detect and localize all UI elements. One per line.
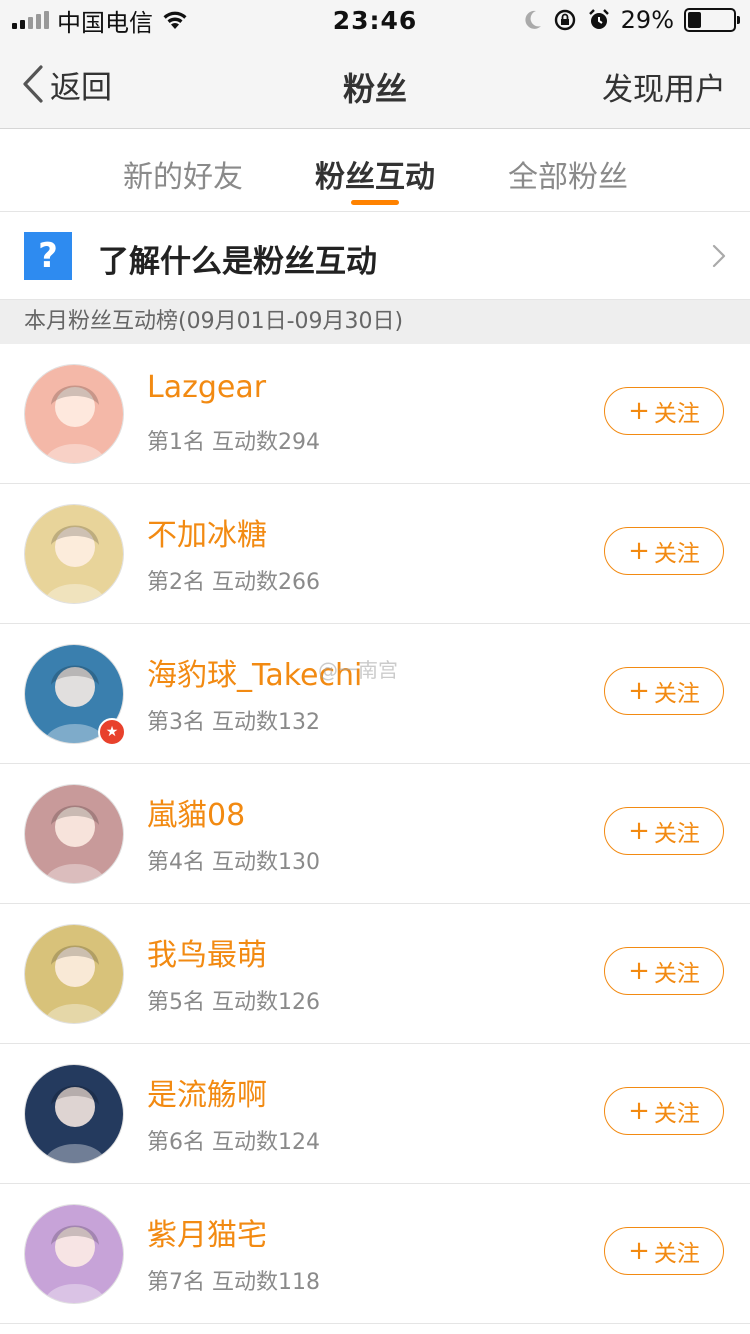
plus-icon: + — [628, 816, 650, 846]
question-icon: ? — [24, 232, 72, 280]
avatar[interactable] — [24, 1204, 124, 1304]
fan-name[interactable]: Lazgear — [147, 370, 266, 405]
fan-rank-stats: 第3名 互动数132 — [147, 710, 320, 735]
follow-button[interactable]: + 关注 — [604, 1227, 724, 1275]
tab-fan-interaction[interactable]: 粉丝互动 — [315, 152, 435, 196]
fan-name[interactable]: 紫月猫宅 — [147, 1210, 267, 1254]
avatar[interactable] — [24, 924, 124, 1024]
plus-icon: + — [628, 396, 650, 426]
follow-button[interactable]: + 关注 — [604, 1087, 724, 1135]
list-item[interactable]: Lazgear 第1名 互动数294 + 关注 — [0, 344, 750, 484]
list-item[interactable]: 我鸟最萌第5名 互动数126 + 关注 — [0, 904, 750, 1044]
plus-icon: + — [628, 536, 650, 566]
battery-percent: 29% — [620, 6, 674, 34]
avatar[interactable] — [24, 1064, 124, 1164]
plus-icon: + — [628, 1236, 650, 1266]
alarm-icon — [588, 9, 609, 29]
follow-button[interactable]: + 关注 — [604, 667, 724, 715]
watermark: @一南宫 — [318, 658, 398, 682]
follow-button[interactable]: + 关注 — [604, 947, 724, 995]
chevron-right-icon — [712, 244, 726, 268]
plus-icon: + — [628, 676, 650, 706]
fan-rank-stats: 第5名 互动数126 — [147, 990, 320, 1015]
verified-badge-icon: ★ — [98, 718, 126, 746]
follow-button[interactable]: + 关注 — [604, 387, 724, 435]
tab-bar: 新的好友 粉丝互动 全部粉丝 — [0, 130, 750, 212]
fan-rank-stats: 第2名 互动数266 — [147, 570, 320, 595]
plus-icon: + — [628, 956, 650, 986]
help-text: 了解什么是粉丝互动 — [98, 244, 377, 280]
list-item[interactable]: 嵐貓08 第4名 互动数130 + 关注 — [0, 764, 750, 904]
fan-name[interactable]: 不加冰糖 — [147, 510, 267, 554]
follow-button[interactable]: + 关注 — [604, 527, 724, 575]
battery-icon — [684, 8, 740, 32]
avatar[interactable] — [24, 504, 124, 604]
follow-label: 关注 — [653, 401, 700, 427]
fan-ranking-list: Lazgear 第1名 互动数294 + 关注 不加冰糖 第2名 互动数266 + 关注 ★ 海豹… — [0, 344, 750, 1324]
tab-all-fans[interactable]: 全部粉丝 — [508, 152, 628, 196]
follow-label: 关注 — [653, 681, 700, 707]
list-item[interactable]: 不加冰糖第2名 互动数266 + 关注 — [0, 484, 750, 624]
fan-name[interactable]: 是流觞啊 — [147, 1070, 267, 1114]
follow-label: 关注 — [653, 961, 700, 987]
follow-label: 关注 — [653, 1241, 700, 1267]
tab-new-friends[interactable]: 新的好友 — [123, 152, 243, 196]
fan-rank-stats: 第7名 互动数118 — [147, 1270, 320, 1295]
list-item[interactable]: 紫月猫宅第7名 互动数118 + 关注 — [0, 1184, 750, 1324]
follow-label: 关注 — [653, 1101, 700, 1127]
avatar[interactable] — [24, 364, 124, 464]
active-tab-indicator — [351, 200, 399, 205]
status-bar: 中国电信 23:46 29% — [0, 0, 750, 40]
list-item[interactable]: 是流觞啊第6名 互动数124 + 关注 — [0, 1044, 750, 1184]
follow-label: 关注 — [653, 821, 700, 847]
fan-rank-stats: 第4名 互动数130 — [147, 850, 320, 875]
help-row[interactable]: ? 了解什么是粉丝互动 — [0, 212, 750, 300]
fan-name[interactable]: 嵐貓08 — [147, 790, 245, 834]
fan-rank-stats: 第6名 互动数124 — [147, 1130, 320, 1155]
moon-icon — [525, 10, 541, 29]
discover-users-button[interactable]: 发现用户 — [602, 64, 726, 109]
fan-name[interactable]: 我鸟最萌 — [147, 930, 267, 974]
fan-rank-stats: 第1名 互动数294 — [147, 430, 320, 455]
navigation-bar: 返回 粉丝 发现用户 — [0, 40, 750, 129]
list-item[interactable]: ★ 海豹球_Takechi 第3名 互动数132 + 关注 — [0, 624, 750, 764]
plus-icon: + — [628, 1096, 650, 1126]
ranking-section-header: 本月粉丝互动榜(09月01日-09月30日) — [0, 300, 750, 344]
follow-label: 关注 — [653, 541, 700, 567]
rotation-lock-icon — [554, 9, 575, 31]
status-right: 29% — [523, 0, 740, 40]
follow-button[interactable]: + 关注 — [604, 807, 724, 855]
avatar[interactable] — [24, 784, 124, 884]
